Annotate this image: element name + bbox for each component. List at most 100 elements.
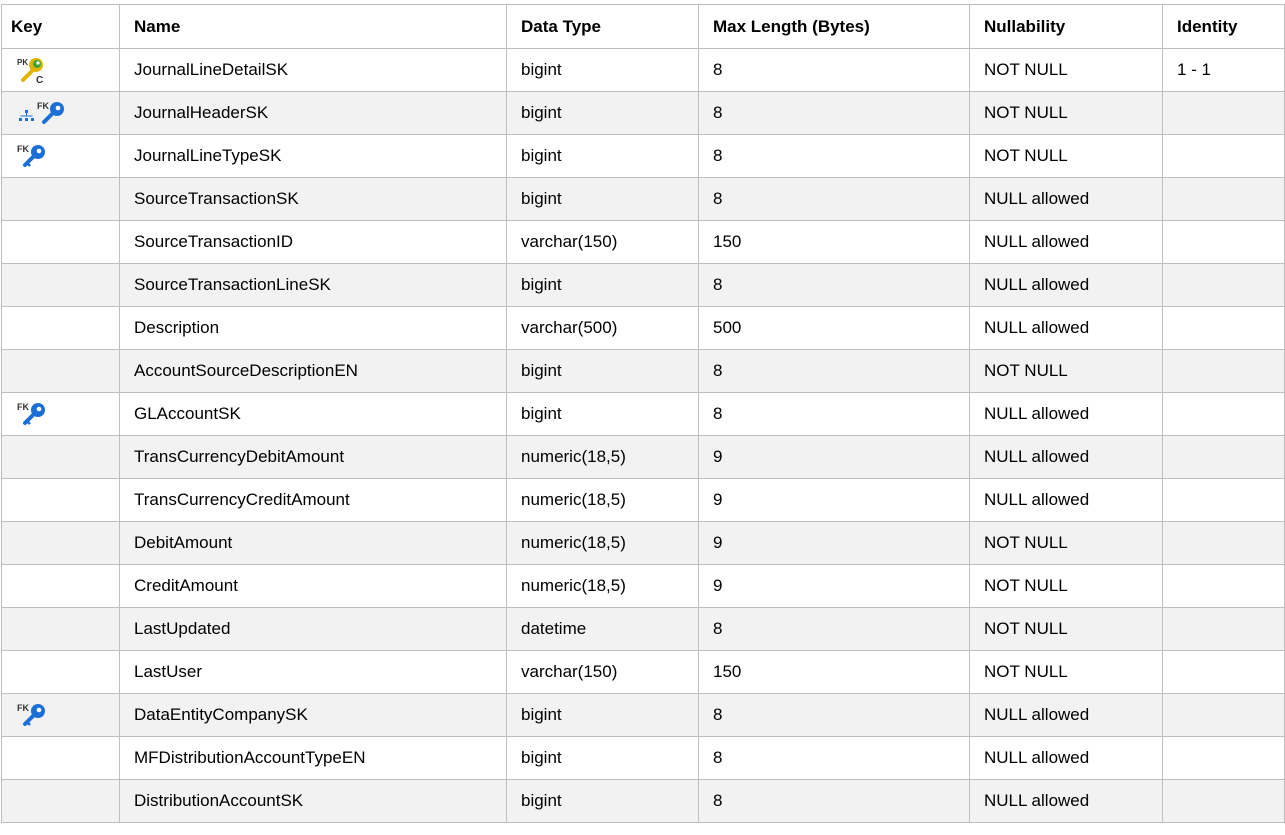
max-length-cell: 150	[698, 220, 970, 264]
key-cell: FK	[1, 134, 120, 178]
column-name-cell: TransCurrencyDebitAmount	[119, 435, 507, 479]
max-length-cell: 8	[698, 177, 970, 221]
data-type-cell: bigint	[506, 349, 699, 393]
identity-cell	[1162, 392, 1285, 436]
column-header-key: Key	[1, 4, 120, 49]
identity-cell: 1 - 1	[1162, 48, 1285, 92]
column-name-cell: SourceTransactionLineSK	[119, 263, 507, 307]
table-row: MFDistributionAccountTypeEN bigint 8 NULL a…	[1, 736, 1285, 780]
key-cell: FK	[1, 91, 120, 135]
column-name-cell: JournalLineDetailSK	[119, 48, 507, 92]
nullability-cell: NULL allowed	[969, 779, 1163, 823]
max-length-cell: 9	[698, 564, 970, 608]
max-length-cell: 9	[698, 521, 970, 565]
nullability-cell: NOT NULL	[969, 607, 1163, 651]
column-name-cell: DataEntityCompanySK	[119, 693, 507, 737]
key-cell: FK	[1, 392, 120, 436]
key-cell	[1, 607, 120, 651]
key-cell: FK	[1, 693, 120, 737]
key-cell	[1, 220, 120, 264]
max-length-cell: 8	[698, 779, 970, 823]
svg-text:FK: FK	[17, 144, 29, 154]
column-name-cell: CreditAmount	[119, 564, 507, 608]
nullability-cell: NOT NULL	[969, 91, 1163, 135]
nullability-cell: NULL allowed	[969, 177, 1163, 221]
key-cell	[1, 177, 120, 221]
table-row: CreditAmount numeric(18,5) 9 NOT NULL	[1, 564, 1285, 608]
nullability-cell: NOT NULL	[969, 48, 1163, 92]
data-type-cell: bigint	[506, 48, 699, 92]
table-row: SourceTransactionSK bigint 8 NULL allowed	[1, 177, 1285, 221]
identity-cell	[1162, 650, 1285, 694]
key-cell	[1, 521, 120, 565]
nullability-cell: NULL allowed	[969, 220, 1163, 264]
identity-cell	[1162, 521, 1285, 565]
column-name-cell: GLAccountSK	[119, 392, 507, 436]
nullability-cell: NOT NULL	[969, 134, 1163, 178]
max-length-cell: 8	[698, 134, 970, 178]
nullability-cell: NULL allowed	[969, 693, 1163, 737]
hierarchy-fk-key-icon: FK	[17, 101, 69, 124]
identity-cell	[1162, 220, 1285, 264]
column-name-cell: MFDistributionAccountTypeEN	[119, 736, 507, 780]
data-type-cell: bigint	[506, 177, 699, 221]
column-name-cell: DistributionAccountSK	[119, 779, 507, 823]
header-row: Key Name Data Type Max Length (Bytes) Nu…	[1, 4, 1285, 49]
key-cell	[1, 435, 120, 479]
data-type-cell: varchar(150)	[506, 650, 699, 694]
key-cell	[1, 306, 120, 350]
column-name-cell: SourceTransactionSK	[119, 177, 507, 221]
identity-cell	[1162, 478, 1285, 522]
table-row: LastUser varchar(150) 150 NOT NULL	[1, 650, 1285, 694]
max-length-cell: 9	[698, 435, 970, 479]
column-name-cell: LastUpdated	[119, 607, 507, 651]
data-type-cell: numeric(18,5)	[506, 564, 699, 608]
svg-text:PK: PK	[17, 58, 28, 67]
fk-key-icon: FK	[17, 402, 51, 425]
nullability-cell: NULL allowed	[969, 392, 1163, 436]
identity-cell	[1162, 91, 1285, 135]
column-name-cell: Description	[119, 306, 507, 350]
column-name-cell: AccountSourceDescriptionEN	[119, 349, 507, 393]
key-cell	[1, 564, 120, 608]
max-length-cell: 150	[698, 650, 970, 694]
data-type-cell: bigint	[506, 134, 699, 178]
max-length-cell: 8	[698, 693, 970, 737]
identity-cell	[1162, 435, 1285, 479]
nullability-cell: NULL allowed	[969, 478, 1163, 522]
identity-cell	[1162, 306, 1285, 350]
data-type-cell: numeric(18,5)	[506, 521, 699, 565]
table-row: SourceTransactionLineSK bigint 8 NULL allow…	[1, 263, 1285, 307]
max-length-cell: 8	[698, 263, 970, 307]
table-row: SourceTransactionID varchar(150) 150 NULL a…	[1, 220, 1285, 264]
column-name-cell: TransCurrencyCreditAmount	[119, 478, 507, 522]
nullability-cell: NULL allowed	[969, 306, 1163, 350]
max-length-cell: 8	[698, 392, 970, 436]
table-row: LastUpdated datetime 8 NOT NULL	[1, 607, 1285, 651]
key-cell: PK C	[1, 48, 120, 92]
svg-text:FK: FK	[17, 402, 29, 412]
key-cell	[1, 349, 120, 393]
key-cell	[1, 779, 120, 823]
data-type-cell: varchar(150)	[506, 220, 699, 264]
fk-key-icon: FK	[17, 703, 51, 726]
column-name-cell: JournalLineTypeSK	[119, 134, 507, 178]
identity-cell	[1162, 564, 1285, 608]
identity-cell	[1162, 736, 1285, 780]
data-type-cell: varchar(500)	[506, 306, 699, 350]
identity-cell	[1162, 134, 1285, 178]
svg-text:FK: FK	[17, 703, 29, 713]
max-length-cell: 8	[698, 48, 970, 92]
nullability-cell: NOT NULL	[969, 650, 1163, 694]
key-cell	[1, 478, 120, 522]
column-header-nullability: Nullability	[969, 4, 1163, 49]
max-length-cell: 8	[698, 607, 970, 651]
data-type-cell: numeric(18,5)	[506, 478, 699, 522]
table-row: Description varchar(500) 500 NULL allowed	[1, 306, 1285, 350]
svg-text:FK: FK	[37, 101, 49, 111]
identity-cell	[1162, 779, 1285, 823]
nullability-cell: NULL allowed	[969, 435, 1163, 479]
table-row: AccountSourceDescriptionEN bigint 8 NOT NUL…	[1, 349, 1285, 393]
data-type-cell: bigint	[506, 392, 699, 436]
key-cell	[1, 650, 120, 694]
